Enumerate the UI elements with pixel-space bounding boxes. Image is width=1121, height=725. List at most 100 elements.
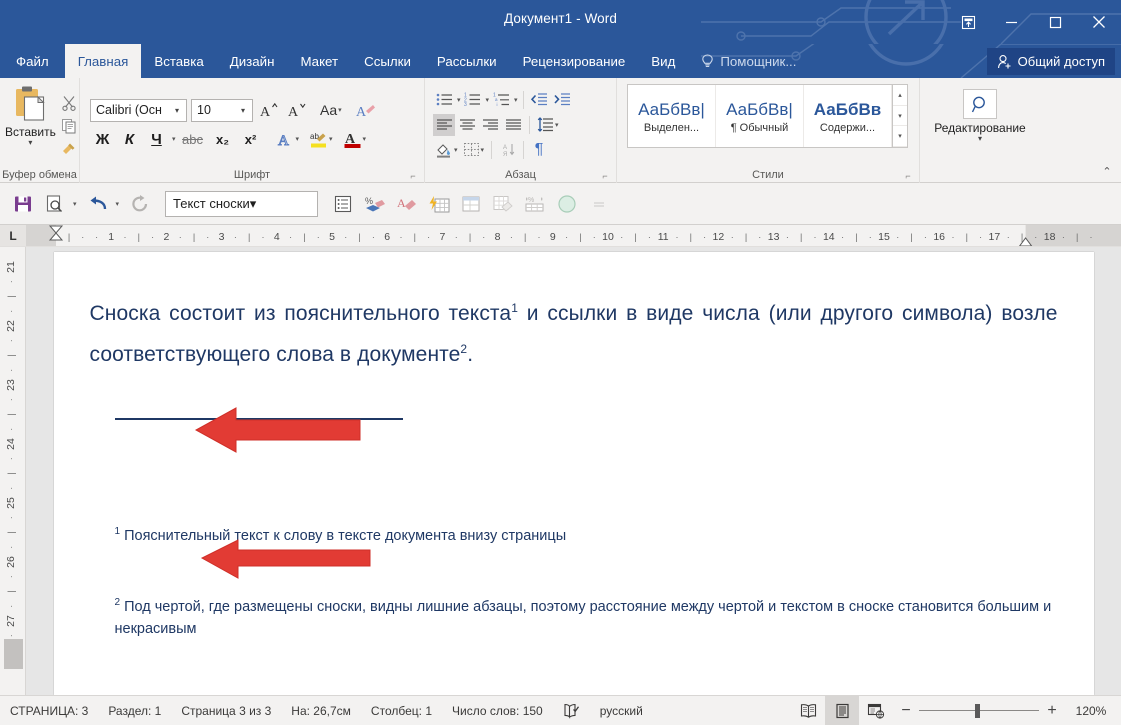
status-page-indicator[interactable]: СТРАНИЦА: 3 [0,696,98,725]
highlight-button[interactable]: ab ▾ [307,128,335,150]
align-center-button[interactable] [456,114,478,136]
strikethrough-button[interactable]: abc [178,128,208,151]
tab-file[interactable]: Файл [0,44,65,78]
paste-caret-icon[interactable]: ▾ [28,139,32,147]
zoom-slider-handle[interactable] [975,703,980,718]
footnote-2[interactable]: 2 Под чертой, где размещены сноски, видн… [82,595,1066,641]
numbering-chevron-down-icon[interactable]: ▾ [486,96,490,104]
change-case-button[interactable]: Aa ▾ [318,99,344,121]
status-language[interactable]: русский [590,696,653,725]
underline-button[interactable]: Ч [144,128,169,151]
document-paragraph-1[interactable]: Сноска состоит из пояснительного текста1… [82,294,1066,376]
table-eraser-button[interactable] [488,189,518,219]
letter-eraser-button[interactable]: A [392,189,422,219]
font-dialog-launcher[interactable]: ⌐ [407,170,419,182]
tab-references[interactable]: Ссылки [351,44,424,78]
style-combo[interactable]: Текст сноски ▾ [165,190,319,217]
web-layout-icon[interactable] [859,696,893,725]
collapse-ribbon-icon[interactable]: ⌃ [1099,164,1115,180]
clipboard-dialog-launcher[interactable]: ⌐ [62,170,74,182]
maximize-icon[interactable] [1033,0,1077,44]
bold-button[interactable]: Ж [90,128,115,151]
horizontal-ruler[interactable]: 1 · | · 2 · | · 3 · | · 4 · | · 5 · | · 6 · | · 7 · | · 8 · | · 9 · | · 10 · |… [26,225,1121,246]
more-button[interactable] [584,189,614,219]
percent-eraser-button[interactable]: % [360,189,390,219]
table-flash-button[interactable] [424,189,454,219]
multilevel-list-button[interactable]: 1 a i [490,89,512,111]
undo-chevron-down-icon[interactable]: ▾ [116,200,120,208]
clear-formatting-button[interactable]: A [354,99,378,121]
copy-button[interactable] [58,115,80,137]
style-item-1[interactable]: АаБбВв| ¶ Обычный [716,85,804,147]
status-page-of-indicator[interactable]: Страница 3 из 3 [171,696,281,725]
shading-button[interactable]: ▾ [433,139,460,161]
sort-button[interactable]: A Я [497,139,519,161]
superscript-button[interactable]: x² [238,128,264,151]
share-button[interactable]: Общий доступ [986,48,1115,75]
justify-button[interactable] [502,114,524,136]
vertical-ruler[interactable]: 21·|·22·|·23·|·24·|·25·|·26·|·27·|· [0,247,26,695]
table-properties-button[interactable] [456,189,486,219]
read-mode-icon[interactable] [791,696,825,725]
underline-chevron-down-icon[interactable]: ▾ [172,135,176,143]
font-color-button[interactable]: A ▾ [341,128,369,150]
styles-dialog-launcher[interactable]: ⌐ [902,170,914,182]
style-item-0[interactable]: АаБбВв| Выделен... [628,85,716,147]
tab-layout[interactable]: Макет [287,44,351,78]
save-button[interactable] [8,189,38,219]
shrink-font-button[interactable]: A [285,99,309,121]
decrease-indent-button[interactable] [529,89,551,111]
status-section-indicator[interactable]: Раздел: 1 [98,696,171,725]
cut-button[interactable] [58,92,80,114]
undo-button[interactable] [83,189,113,219]
paste-button[interactable]: Вставить ▾ [5,82,56,167]
tab-design[interactable]: Дизайн [217,44,288,78]
styles-scroll-up-icon[interactable]: ▴ [893,85,907,106]
redo-button[interactable] [125,189,155,219]
ribbon-display-options-icon[interactable] [947,0,989,44]
style-item-2[interactable]: АаБбВв Содержи... [804,85,892,147]
font-family-combo[interactable]: Calibri (Осн ▾ [90,98,187,122]
bullets-button[interactable] [433,89,455,111]
format-painter-button[interactable] [58,138,80,160]
proofing-status-button[interactable] [553,696,590,725]
bullets-chevron-down-icon[interactable]: ▾ [457,96,461,104]
tab-stop-selector[interactable]: L [0,225,26,246]
list-properties-button[interactable] [328,189,358,219]
grow-font-button[interactable]: A [257,99,281,121]
editing-caret-icon[interactable]: ▾ [978,135,982,143]
zoom-out-button[interactable]: − [893,696,919,725]
footnote-1[interactable]: 1 Пояснительный текст к слову в тексте д… [82,524,1066,547]
tab-view[interactable]: Вид [638,44,688,78]
zoom-in-button[interactable]: + [1039,696,1065,725]
styles-more-icon[interactable]: ▾ [893,126,907,148]
multilevel-chevron-down-icon[interactable]: ▾ [514,96,518,104]
tab-mailings[interactable]: Рассылки [424,44,510,78]
align-left-button[interactable] [433,113,455,136]
print-preview-chevron-down-icon[interactable]: ▾ [73,200,77,208]
line-spacing-button[interactable]: ▾ [535,114,561,136]
minimize-icon[interactable] [989,0,1033,44]
paragraph-dialog-launcher[interactable]: ⌐ [599,170,611,182]
show-formatting-marks-button[interactable]: ¶ [528,139,550,161]
zoom-slider[interactable] [919,696,1039,725]
styles-scroll-down-icon[interactable]: ▾ [893,106,907,127]
tell-me-search[interactable]: Помощник... [688,44,809,78]
numbering-button[interactable]: 1 2 3 [462,89,484,111]
tab-home[interactable]: Главная [64,44,142,78]
borders-button[interactable]: ▾ [461,139,487,161]
close-icon[interactable] [1077,0,1121,44]
tab-review[interactable]: Рецензирование [510,44,639,78]
status-position-indicator[interactable]: На: 26,7см [281,696,361,725]
table-percent-button[interactable]: % [520,189,550,219]
tab-insert[interactable]: Вставка [141,44,216,78]
subscript-button[interactable]: x₂ [210,128,236,151]
zoom-level-label[interactable]: 120% [1065,704,1117,718]
italic-button[interactable]: К [117,128,142,151]
text-effects-button[interactable]: A ▾ [274,128,302,150]
font-size-combo[interactable]: 10 ▾ [191,98,253,122]
status-word-count[interactable]: Число слов: 150 [442,696,553,725]
editing-button[interactable]: Редактирование ▾ [925,82,1035,167]
align-right-button[interactable] [479,114,501,136]
document-page[interactable]: Сноска состоит из пояснительного текста1… [53,252,1094,695]
